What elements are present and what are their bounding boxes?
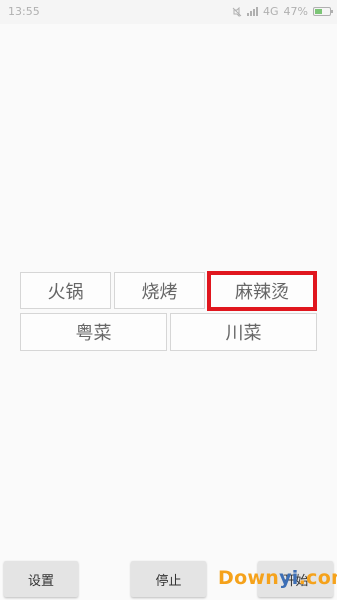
network-type: 4G	[263, 5, 279, 18]
status-bar: 13:55 4G 47%	[0, 0, 337, 24]
start-label: 开始	[282, 573, 309, 589]
option-label: 火锅	[47, 281, 84, 303]
start-button[interactable]: 开始	[258, 561, 333, 597]
mute-icon	[232, 6, 242, 17]
option-label: 烧烤	[141, 281, 178, 303]
option-bbq-button[interactable]: 烧烤	[114, 272, 205, 309]
stop-button[interactable]: 停止	[131, 561, 206, 597]
option-cantonese-button[interactable]: 粤菜	[20, 313, 167, 351]
battery-level	[315, 9, 322, 14]
stop-label: 停止	[155, 573, 182, 589]
option-label: 麻辣烫	[235, 282, 289, 303]
status-icons: 4G 47%	[232, 5, 333, 18]
option-sichuan-button[interactable]: 川菜	[170, 313, 317, 351]
settings-label: 设置	[27, 573, 54, 589]
option-label: 粤菜	[75, 323, 112, 344]
option-label: 川菜	[225, 323, 262, 344]
status-time: 13:55	[8, 5, 40, 18]
signal-icon	[247, 7, 259, 16]
settings-button[interactable]: 设置	[4, 561, 78, 597]
battery-percent: 47%	[283, 5, 308, 18]
option-malatang-button[interactable]: 麻辣烫	[207, 271, 317, 311]
battery-charging-icon	[313, 7, 333, 16]
option-hotpot-button[interactable]: 火锅	[20, 272, 111, 309]
